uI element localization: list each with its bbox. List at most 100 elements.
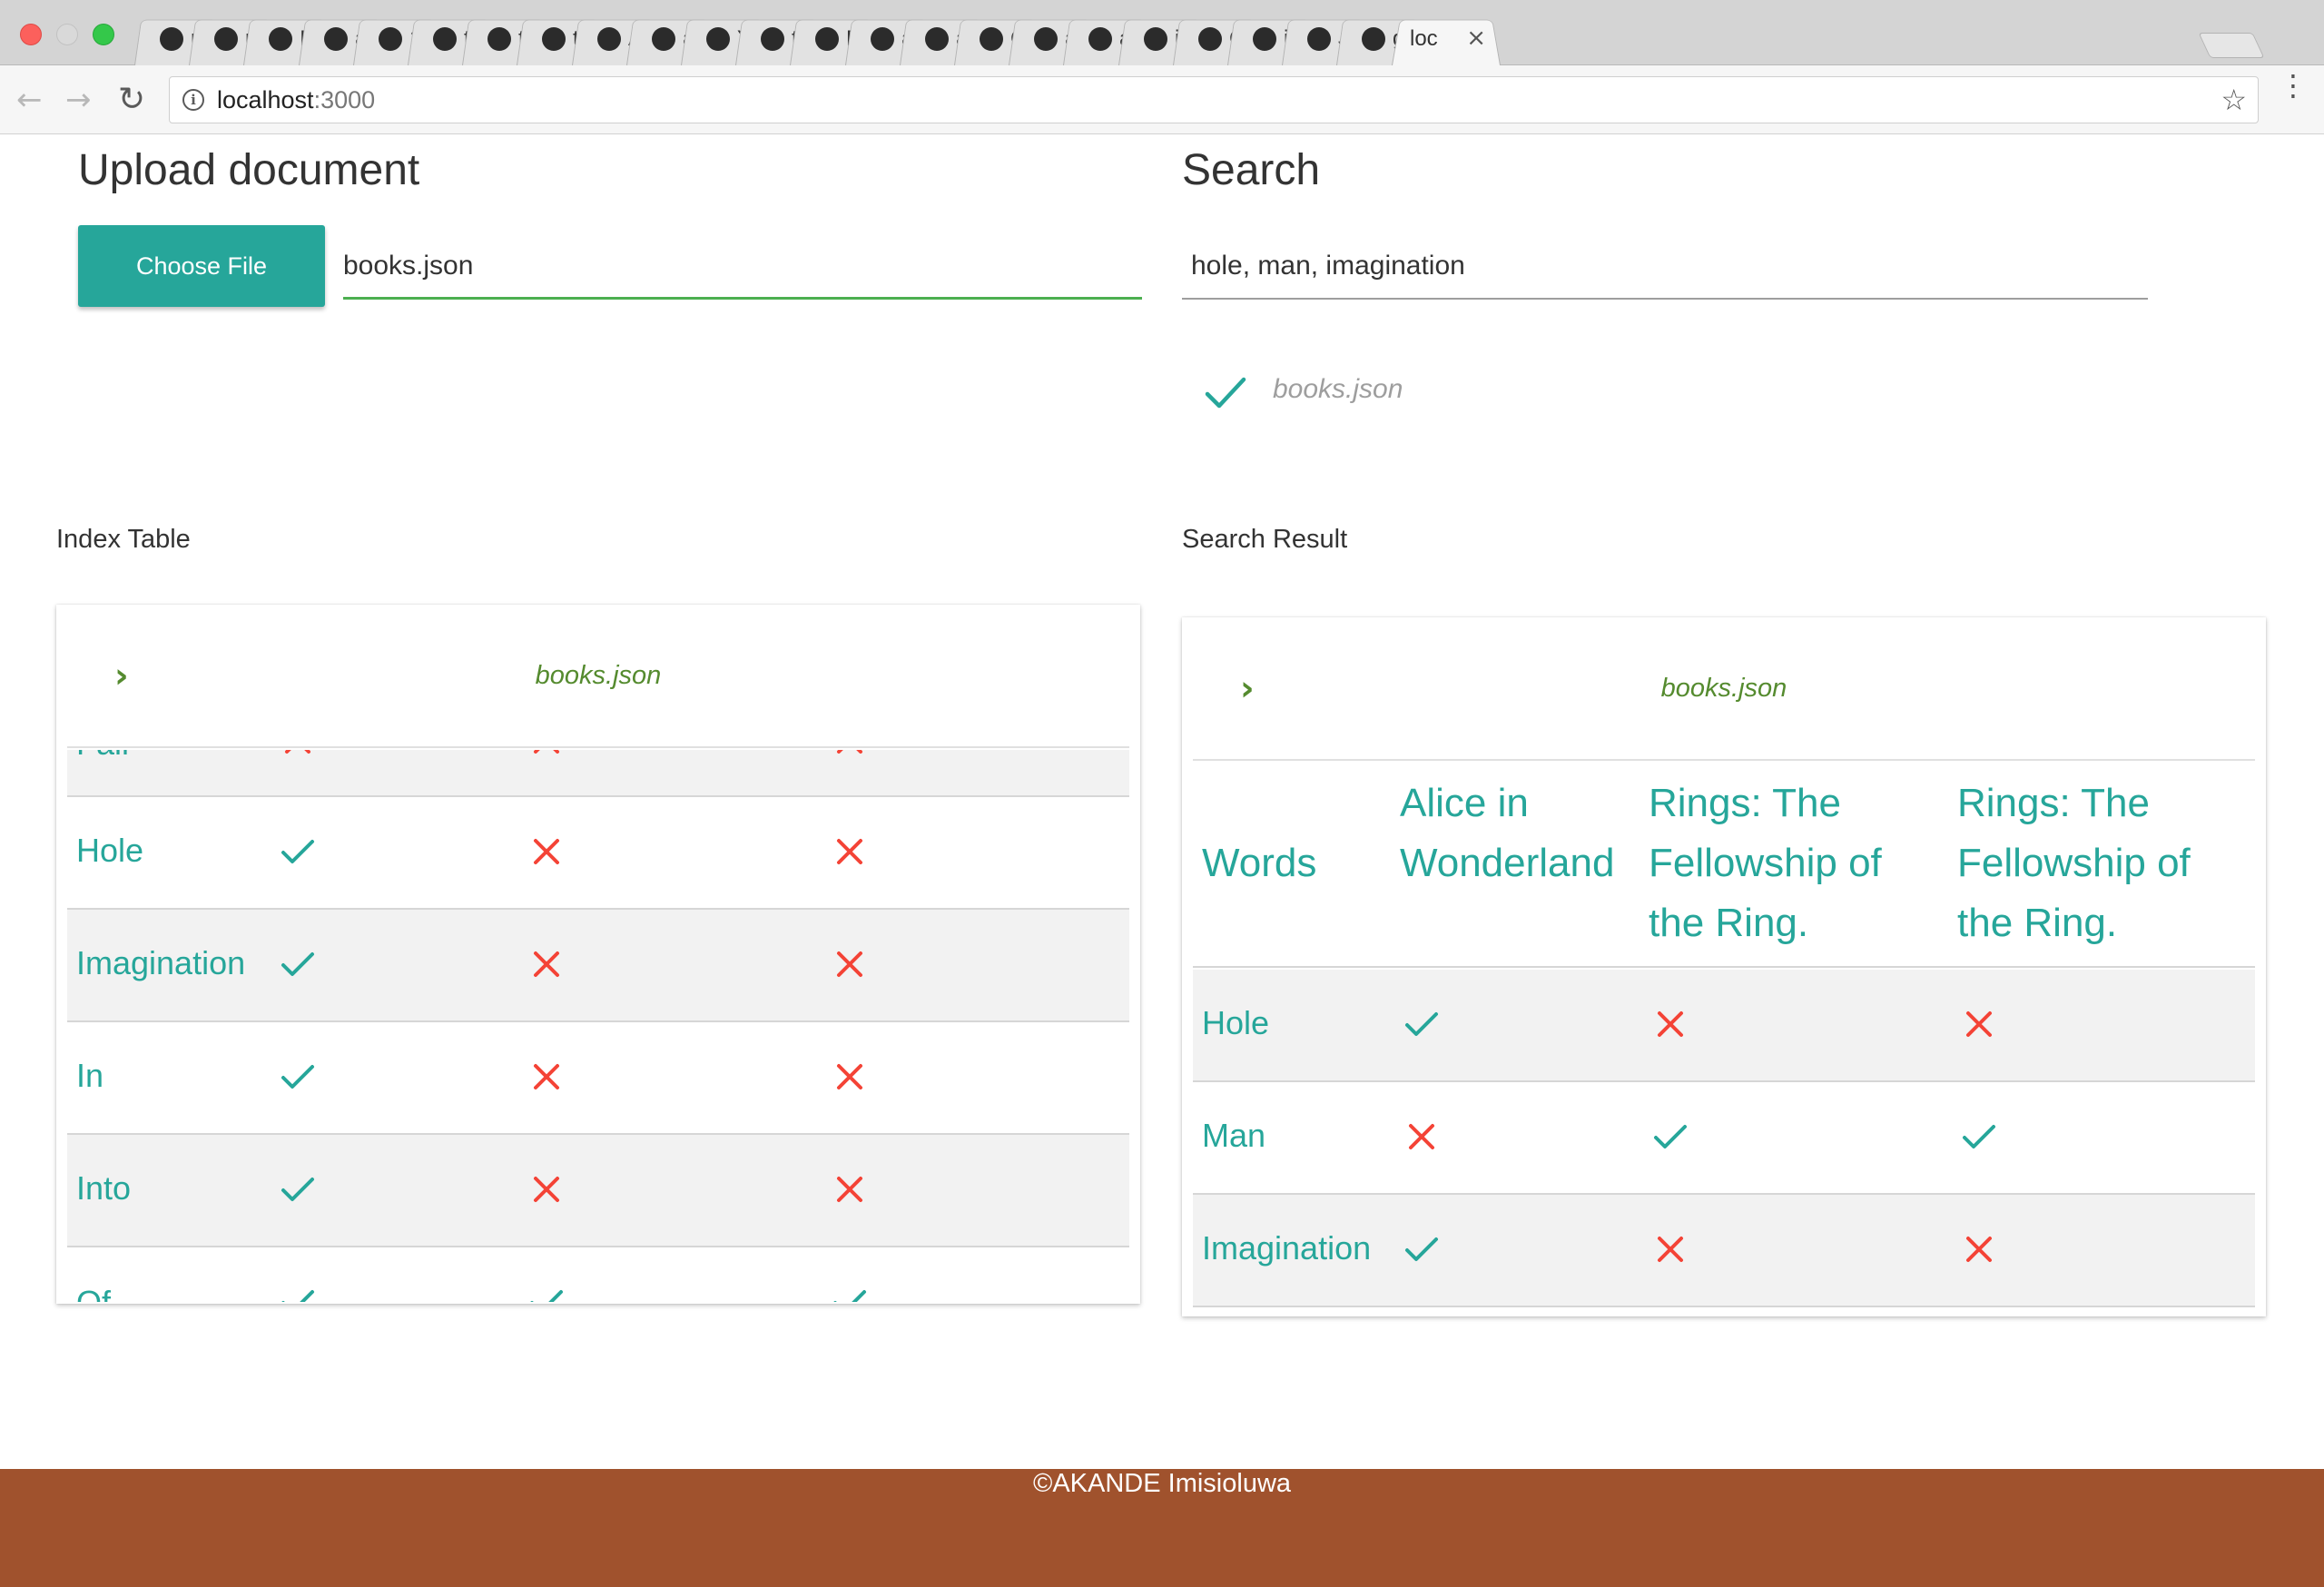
cross-icon <box>832 946 868 986</box>
tab-title: loc <box>1410 26 1438 51</box>
column-header-book-3: Rings: The Fellowship of the Ring. <box>1957 781 2191 945</box>
star-icon <box>871 27 894 51</box>
file-path-field[interactable]: books.json <box>343 243 1142 300</box>
star-icon <box>925 27 949 51</box>
column-header-book-2: Rings: The Fellowship of the Ring. <box>1649 781 1882 945</box>
info-icon[interactable]: i <box>182 89 204 111</box>
check-icon <box>280 1171 316 1211</box>
index-table-file-name: books.json <box>535 661 662 690</box>
app-icon <box>980 27 1003 51</box>
row-word: Hole <box>76 832 144 869</box>
check-icon <box>1403 1231 1440 1271</box>
cross-icon <box>528 1171 565 1211</box>
window-zoom-button[interactable] <box>93 24 114 45</box>
back-arrow-icon[interactable]: ← <box>16 82 43 118</box>
cross-icon <box>832 833 868 873</box>
url-text[interactable]: localhost:3000 <box>217 86 375 114</box>
cross-icon <box>832 750 868 763</box>
reload-icon[interactable]: ↻ <box>118 82 145 118</box>
row-word: In <box>76 1057 104 1094</box>
search-result-label: Search Result <box>1182 525 1348 554</box>
new-tab-button[interactable] <box>2198 33 2265 58</box>
row-word: Fall <box>76 750 129 763</box>
table-row: Imagination <box>1193 1195 2255 1307</box>
cross-icon <box>1652 1006 1689 1046</box>
row-word: Hole <box>1202 1004 1270 1041</box>
footer-copyright: ©AKANDE Imisioluwa <box>1032 1469 1292 1498</box>
github-icon <box>379 27 402 51</box>
browser-tab-active[interactable]: loc × <box>1392 11 1501 65</box>
github-icon <box>761 27 784 51</box>
window-close-button[interactable] <box>20 24 42 45</box>
row-word: Of <box>76 1284 111 1302</box>
stackoverflow-icon <box>1362 27 1385 51</box>
upload-title: Upload document <box>78 146 420 194</box>
cross-icon <box>1652 1231 1689 1271</box>
address-bar[interactable]: i localhost:3000 ☆ <box>169 76 2259 123</box>
check-icon <box>1961 1119 1997 1158</box>
row-word: Man <box>1202 1117 1266 1154</box>
check-icon <box>832 1284 868 1302</box>
search-result-table-head: Words Alice in Wonderland Rings: The Fel… <box>1193 763 2255 968</box>
cross-icon <box>1403 1119 1440 1158</box>
search-result-file-name: books.json <box>1660 674 1787 703</box>
app-icon <box>1198 27 1222 51</box>
window-minimize-button[interactable] <box>56 24 78 45</box>
check-icon <box>280 946 316 986</box>
cross-icon <box>832 1171 868 1211</box>
check-icon <box>280 1059 316 1099</box>
column-header-book-1: Alice in Wonderland <box>1400 781 1615 885</box>
cross-icon <box>528 750 565 763</box>
bookmark-star-icon[interactable]: ☆ <box>2221 83 2247 117</box>
cross-icon <box>528 833 565 873</box>
app-icon <box>706 27 730 51</box>
url-host: localhost <box>217 86 314 113</box>
check-icon <box>528 1284 565 1302</box>
github-icon <box>542 27 566 51</box>
browser-tab-bar: rereInar14teteteAuarYoteBrararCoararinCl… <box>0 0 2324 65</box>
table-row: Imagination <box>67 910 1129 1022</box>
github-icon <box>1253 27 1276 51</box>
forward-arrow-icon[interactable]: → <box>65 82 92 118</box>
search-input[interactable]: hole, man, imagination <box>1182 243 2148 300</box>
table-row: Of <box>67 1247 1129 1302</box>
table-row: Hole <box>67 797 1129 910</box>
table-row: Hole <box>1193 970 2255 1082</box>
github-icon <box>487 27 511 51</box>
cross-icon <box>832 1059 868 1099</box>
check-icon <box>1652 1119 1689 1158</box>
star-icon <box>1034 27 1058 51</box>
browser-toolbar: ← → ↻ i localhost:3000 ☆ ⋮ <box>0 65 2324 134</box>
cross-icon <box>528 946 565 986</box>
choose-file-button[interactable]: Choose File <box>78 225 325 307</box>
search-title: Search <box>1182 146 1321 194</box>
search-result-card: › books.json Words Alice in Wonderland R… <box>1182 617 2266 1316</box>
github-icon <box>597 27 621 51</box>
row-word: Into <box>76 1169 132 1207</box>
github-icon <box>1088 27 1112 51</box>
page-content: Upload document Search Choose File books… <box>0 134 2324 1587</box>
cross-icon <box>1961 1006 1997 1046</box>
check-icon <box>280 1284 316 1302</box>
index-table-header[interactable]: › books.json <box>67 605 1129 748</box>
table-row: Fall <box>67 750 1129 797</box>
index-table-card: › books.json Fall Hole Imagination In Into Of <box>56 605 1140 1304</box>
app-icon <box>652 27 675 51</box>
menu-dots-icon[interactable]: ⋮ <box>2279 71 2308 100</box>
index-table-label: Index Table <box>56 525 191 554</box>
check-icon <box>280 833 316 873</box>
cross-icon <box>280 750 316 763</box>
github-icon <box>815 27 839 51</box>
app-icon <box>160 27 183 51</box>
footer: ©AKANDE Imisioluwa <box>0 1469 2324 1587</box>
check-icon <box>1403 1006 1440 1046</box>
app-icon <box>1307 27 1331 51</box>
url-port: :3000 <box>313 86 376 113</box>
cross-icon <box>1961 1231 1997 1271</box>
search-result-header[interactable]: › books.json <box>1193 617 2255 761</box>
tab-close-icon[interactable]: × <box>1466 25 1486 52</box>
github-icon <box>433 27 457 51</box>
table-row: In <box>67 1022 1129 1135</box>
github-icon <box>1144 27 1167 51</box>
selected-file-name: books.json <box>1273 374 1403 404</box>
